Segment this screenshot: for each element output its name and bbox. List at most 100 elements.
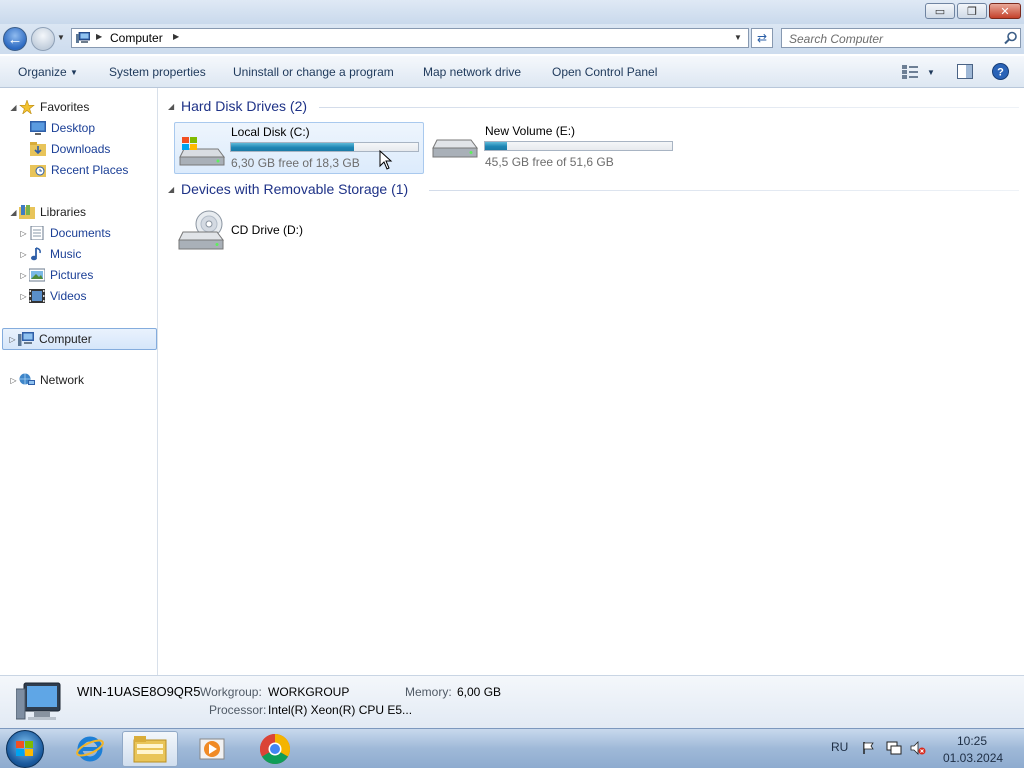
svg-text:?: ? bbox=[997, 67, 1004, 79]
processor-value: Intel(R) Xeon(R) CPU E5... bbox=[268, 703, 413, 717]
processor-label: Processor: bbox=[209, 703, 267, 717]
change-view-icon[interactable] bbox=[902, 65, 918, 79]
desktop-icon bbox=[30, 121, 46, 135]
back-button[interactable]: ← bbox=[3, 27, 27, 51]
collapse-arrow-icon[interactable]: ◢ bbox=[8, 208, 19, 217]
media-player-icon bbox=[199, 738, 225, 760]
nav-music[interactable]: ▷ Music bbox=[18, 244, 81, 264]
action-center-flag-icon[interactable] bbox=[862, 741, 876, 755]
organize-menu[interactable]: Organize bbox=[18, 65, 67, 79]
workgroup-label: Workgroup: bbox=[200, 685, 262, 699]
view-options-chevron-icon[interactable]: ▼ bbox=[927, 68, 935, 77]
navigation-pane: ◢ Favorites Desktop Downloads Recent Pla… bbox=[0, 88, 158, 675]
system-properties-button[interactable]: System properties bbox=[109, 65, 206, 79]
map-network-drive-button[interactable]: Map network drive bbox=[423, 65, 521, 79]
taskbar-internet-explorer[interactable] bbox=[62, 731, 118, 767]
collapse-arrow-icon[interactable]: ◢ bbox=[8, 103, 19, 112]
open-control-panel-button[interactable]: Open Control Panel bbox=[552, 65, 657, 79]
nav-desktop[interactable]: Desktop bbox=[30, 118, 95, 138]
group-divider bbox=[319, 107, 1019, 108]
nav-libraries[interactable]: ◢ Libraries bbox=[8, 202, 86, 222]
folder-icon bbox=[133, 736, 167, 763]
collapse-group-arrow-icon[interactable]: ◢ bbox=[168, 185, 174, 194]
memory-value: 6,00 GB bbox=[457, 685, 502, 699]
group-header-removable[interactable]: Devices with Removable Storage (1) bbox=[181, 181, 408, 197]
clock-time[interactable]: 10:25 bbox=[957, 734, 987, 748]
expand-arrow-icon[interactable]: ▷ bbox=[18, 271, 29, 280]
nav-recent-places[interactable]: Recent Places bbox=[30, 160, 128, 180]
preview-pane-icon[interactable] bbox=[957, 64, 973, 79]
chevron-down-icon[interactable]: ▼ bbox=[70, 68, 78, 77]
clock-date[interactable]: 01.03.2024 bbox=[943, 751, 1003, 765]
address-bar[interactable]: ▶ Computer ▶ ▼ bbox=[71, 28, 749, 48]
drive-free-space-e: 45,5 GB free of 51,6 GB bbox=[485, 155, 614, 169]
drive-tile-d[interactable]: CD Drive (D:) bbox=[174, 206, 424, 258]
drive-name-d: CD Drive (D:) bbox=[231, 223, 303, 237]
uninstall-program-button[interactable]: Uninstall or change a program bbox=[233, 65, 394, 79]
restore-icon: ❐ bbox=[967, 5, 977, 18]
back-arrow-icon: ← bbox=[7, 30, 23, 48]
music-icon bbox=[31, 247, 41, 261]
start-button[interactable] bbox=[6, 730, 44, 768]
recent-pages-dropdown[interactable]: ▼ bbox=[57, 33, 65, 42]
expand-arrow-icon[interactable]: ▷ bbox=[7, 335, 18, 344]
nav-computer[interactable]: ▷ Computer bbox=[2, 328, 157, 350]
maximize-button[interactable]: ❐ bbox=[957, 3, 987, 19]
drive-name-c: Local Disk (C:) bbox=[231, 125, 310, 139]
drive-tile-e[interactable]: New Volume (E:) 45,5 GB free of 51,6 GB bbox=[428, 122, 678, 174]
search-box[interactable] bbox=[781, 28, 1021, 49]
language-indicator[interactable]: RU bbox=[831, 740, 848, 754]
drive-usage-fill-e bbox=[485, 142, 508, 150]
expand-arrow-icon[interactable]: ▷ bbox=[8, 376, 19, 385]
taskbar: RU 10:25 01.03.2024 bbox=[0, 728, 1024, 768]
hard-drive-icon bbox=[432, 139, 478, 158]
taskbar-media-player[interactable] bbox=[184, 731, 240, 767]
taskbar-windows-explorer[interactable] bbox=[122, 731, 178, 767]
title-bar: ▭ ❐ ✕ bbox=[0, 0, 1024, 24]
mouse-cursor-icon bbox=[379, 150, 393, 170]
drive-usage-fill-c bbox=[231, 143, 354, 151]
videos-icon bbox=[29, 289, 45, 303]
memory-label: Memory: bbox=[405, 685, 452, 699]
nav-pictures[interactable]: ▷ Pictures bbox=[18, 265, 93, 285]
computer-icon bbox=[18, 332, 34, 346]
nav-downloads[interactable]: Downloads bbox=[30, 139, 110, 159]
libraries-icon bbox=[19, 205, 35, 219]
drive-name-e: New Volume (E:) bbox=[485, 124, 576, 138]
breadcrumb-separator-icon[interactable]: ▶ bbox=[96, 32, 102, 41]
close-button[interactable]: ✕ bbox=[989, 3, 1021, 19]
taskbar-chrome[interactable] bbox=[247, 731, 303, 767]
help-icon[interactable]: ? bbox=[992, 63, 1009, 80]
nav-videos[interactable]: ▷ Videos bbox=[18, 286, 86, 306]
network-status-icon[interactable] bbox=[886, 741, 902, 755]
downloads-folder-icon bbox=[30, 142, 46, 156]
address-history-dropdown[interactable]: ▼ bbox=[734, 33, 742, 42]
documents-icon bbox=[30, 226, 44, 240]
minimize-icon: ▭ bbox=[934, 5, 946, 18]
collapse-group-arrow-icon[interactable]: ◢ bbox=[168, 102, 174, 111]
command-bar: Organize ▼ System properties Uninstall o… bbox=[0, 56, 1024, 88]
pictures-icon bbox=[29, 268, 45, 282]
group-divider bbox=[429, 190, 1019, 191]
windows-logo-icon bbox=[16, 741, 33, 756]
forward-button[interactable] bbox=[31, 27, 55, 51]
breadcrumb-computer[interactable]: Computer bbox=[110, 31, 163, 45]
refresh-button[interactable]: ⇄ bbox=[751, 28, 773, 48]
expand-arrow-icon[interactable]: ▷ bbox=[18, 229, 29, 238]
search-icon[interactable] bbox=[1004, 31, 1018, 45]
nav-documents[interactable]: ▷ Documents bbox=[18, 223, 111, 243]
content-pane: ◢ Hard Disk Drives (2) Local Disk (C:) 6… bbox=[159, 88, 1024, 675]
minimize-button[interactable]: ▭ bbox=[925, 3, 955, 19]
computer-icon bbox=[16, 682, 61, 720]
expand-arrow-icon[interactable]: ▷ bbox=[18, 250, 29, 259]
nav-favorites[interactable]: ◢ Favorites bbox=[8, 97, 89, 117]
search-input[interactable] bbox=[782, 29, 1001, 49]
volume-muted-icon[interactable] bbox=[910, 741, 926, 755]
system-tray: RU 10:25 01.03.2024 bbox=[800, 729, 1024, 769]
computer-icon bbox=[76, 32, 90, 43]
expand-arrow-icon[interactable]: ▷ bbox=[18, 292, 29, 301]
cd-drive-icon bbox=[178, 210, 224, 250]
nav-network[interactable]: ▷ Network bbox=[8, 370, 84, 390]
group-header-hard-disks[interactable]: Hard Disk Drives (2) bbox=[181, 98, 307, 114]
breadcrumb-separator-icon[interactable]: ▶ bbox=[173, 32, 179, 41]
